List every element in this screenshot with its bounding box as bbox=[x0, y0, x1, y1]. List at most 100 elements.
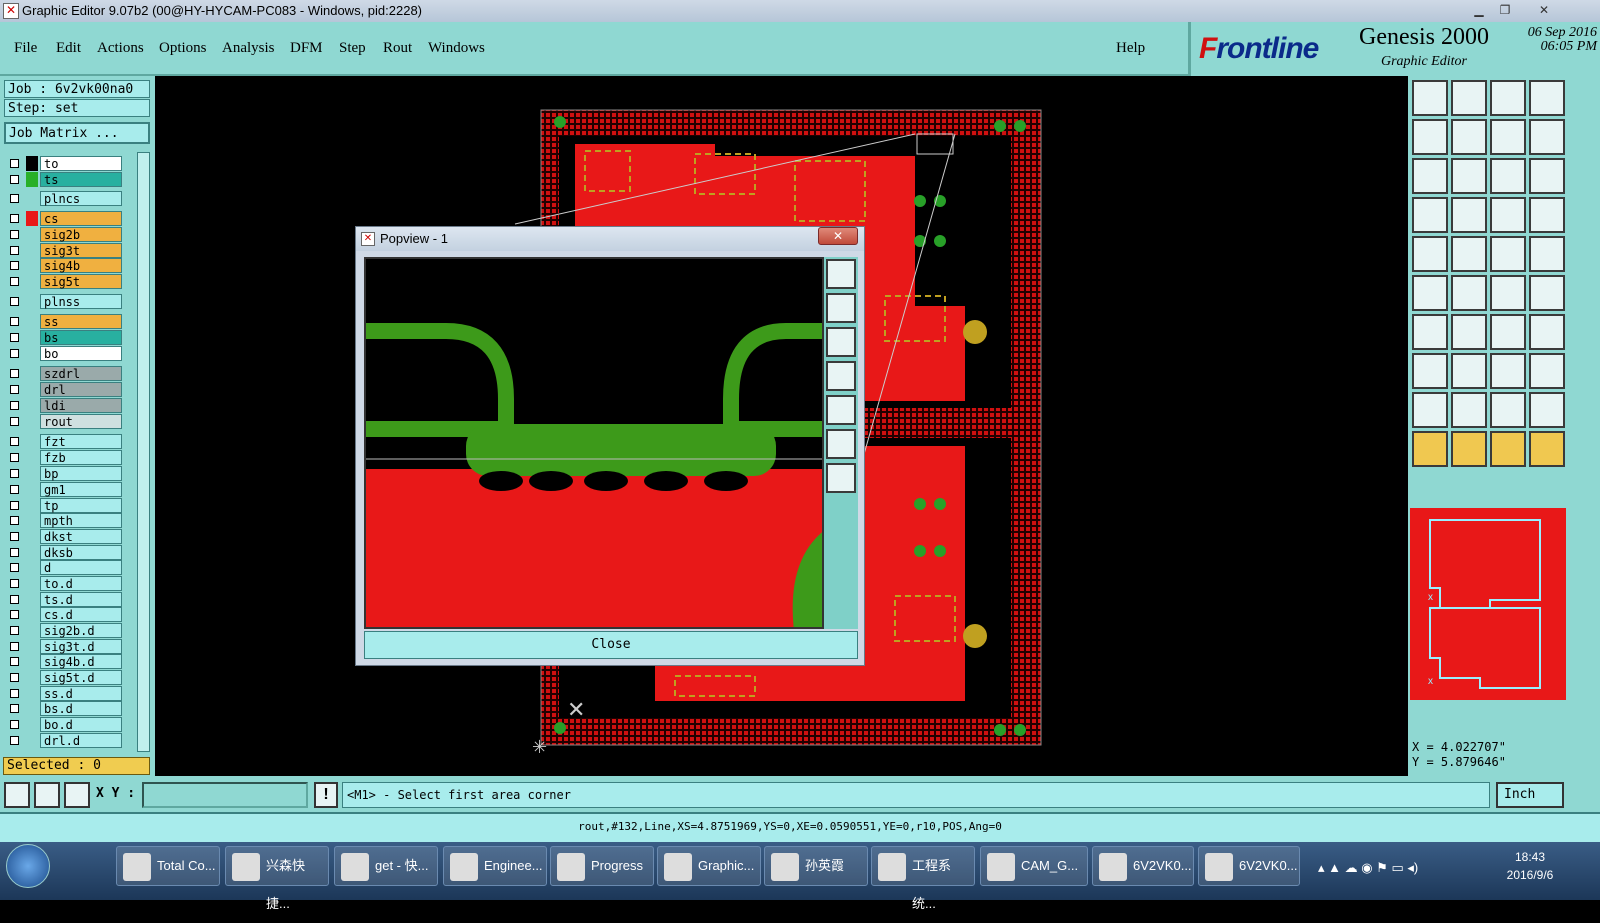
layer-name[interactable]: mpth bbox=[40, 513, 122, 528]
layer-name[interactable]: cs bbox=[40, 211, 122, 226]
layer-checkbox[interactable] bbox=[10, 246, 19, 255]
layer-checkbox[interactable] bbox=[10, 657, 19, 666]
popview-pan-down-icon[interactable] bbox=[826, 327, 856, 357]
layer-checkbox[interactable] bbox=[10, 417, 19, 426]
layer-name[interactable]: sig2b bbox=[40, 227, 122, 242]
layer-row[interactable]: ss bbox=[6, 314, 122, 330]
popview-zoom-out-icon[interactable] bbox=[826, 463, 856, 493]
layer-row[interactable]: sig4b.d bbox=[6, 654, 122, 670]
xy-input[interactable] bbox=[142, 782, 308, 808]
taskbar-item[interactable]: 兴森快捷... bbox=[225, 846, 329, 911]
menu-rout[interactable]: Rout bbox=[383, 40, 412, 57]
layer-row[interactable]: bo.d bbox=[6, 717, 122, 733]
layer-row[interactable]: sig3t bbox=[6, 243, 122, 259]
layer-row[interactable]: dkst bbox=[6, 529, 122, 545]
layer-checkbox[interactable] bbox=[10, 469, 19, 478]
add-pad-icon[interactable] bbox=[1412, 236, 1448, 272]
layer-name[interactable]: drl.d bbox=[40, 733, 122, 748]
layer-b-icon[interactable] bbox=[1529, 197, 1565, 233]
layer-checkbox[interactable] bbox=[10, 501, 19, 510]
triangle-a-icon[interactable] bbox=[1412, 392, 1448, 428]
zoom-fit-icon[interactable] bbox=[1412, 158, 1448, 194]
layer-row[interactable]: gm1 bbox=[6, 482, 122, 498]
layer-row[interactable]: cs.d bbox=[6, 607, 122, 623]
layer-checkbox[interactable] bbox=[10, 175, 19, 184]
tray-icons[interactable]: ▴ ▲ ☁ ◉ ⚑ ▭ ◂) bbox=[1318, 860, 1478, 880]
layer-a-icon[interactable] bbox=[1490, 197, 1526, 233]
rotate-icon[interactable] bbox=[1490, 314, 1526, 350]
layer-name[interactable]: ss bbox=[40, 314, 122, 329]
help-icon[interactable] bbox=[1529, 158, 1565, 194]
layer-checkbox[interactable] bbox=[10, 626, 19, 635]
layer-name[interactable]: sig4b.d bbox=[40, 654, 122, 669]
layer-name[interactable]: sig3t.d bbox=[40, 639, 122, 654]
layer-name[interactable]: bs.d bbox=[40, 701, 122, 716]
layer-checkbox[interactable] bbox=[10, 369, 19, 378]
layer-row[interactable]: plncs bbox=[6, 191, 122, 207]
grid-icon[interactable] bbox=[64, 782, 90, 808]
layer-name[interactable]: drl bbox=[40, 382, 122, 397]
layer-row[interactable]: bo bbox=[6, 346, 122, 362]
layer-row[interactable]: mpth bbox=[6, 513, 122, 529]
layer-name[interactable]: bp bbox=[40, 466, 122, 481]
pan-left-icon[interactable] bbox=[1412, 119, 1448, 155]
layer-row[interactable]: plnss bbox=[6, 294, 122, 310]
layer-name[interactable]: ss.d bbox=[40, 686, 122, 701]
layer-checkbox[interactable] bbox=[10, 214, 19, 223]
layer-name[interactable]: ts bbox=[40, 172, 122, 187]
layer-checkbox[interactable] bbox=[10, 230, 19, 239]
layer-checkbox[interactable] bbox=[10, 194, 19, 203]
taskbar-item[interactable]: 6V2VK0... bbox=[1092, 846, 1194, 886]
layer-checkbox[interactable] bbox=[10, 532, 19, 541]
layer-checkbox[interactable] bbox=[10, 485, 19, 494]
popview-canvas[interactable] bbox=[364, 257, 824, 629]
layer-name[interactable]: sig5t.d bbox=[40, 670, 122, 685]
start-button[interactable] bbox=[6, 844, 50, 888]
close-window-button[interactable]: ✕ bbox=[1524, 2, 1564, 19]
taskbar-item[interactable]: 孙英霞 bbox=[764, 846, 868, 886]
layer-checkbox[interactable] bbox=[10, 704, 19, 713]
taskbar-item[interactable]: CAM_G... bbox=[980, 846, 1088, 886]
minimize-button[interactable]: ▁ bbox=[1466, 2, 1492, 19]
layer-row[interactable]: tp bbox=[6, 498, 122, 514]
layer-name[interactable]: bo bbox=[40, 346, 122, 361]
layer-checkbox[interactable] bbox=[10, 159, 19, 168]
layer-checkbox[interactable] bbox=[10, 642, 19, 651]
layer-name[interactable]: to.d bbox=[40, 576, 122, 591]
layer-name[interactable]: to bbox=[40, 156, 122, 171]
layer-row[interactable]: szdrl bbox=[6, 366, 122, 382]
layer-row[interactable]: cs bbox=[6, 211, 122, 227]
triangle-b-icon[interactable] bbox=[1451, 392, 1487, 428]
route-icon[interactable] bbox=[1451, 197, 1487, 233]
layer-name[interactable]: bs bbox=[40, 330, 122, 345]
layer-name[interactable]: fzb bbox=[40, 450, 122, 465]
flip-icon[interactable] bbox=[1529, 353, 1565, 389]
layer-checkbox[interactable] bbox=[10, 317, 19, 326]
menu-actions[interactable]: Actions bbox=[97, 40, 144, 57]
menu-help[interactable]: Help bbox=[1116, 40, 1145, 57]
align-icon[interactable] bbox=[1490, 353, 1526, 389]
popview-close-button[interactable]: Close bbox=[364, 631, 858, 659]
pan-right-icon[interactable] bbox=[1451, 119, 1487, 155]
layer-row[interactable]: sig5t.d bbox=[6, 670, 122, 686]
house-icon[interactable] bbox=[1490, 80, 1526, 116]
layer-name[interactable]: bo.d bbox=[40, 717, 122, 732]
maximize-button[interactable]: ❐ bbox=[1492, 2, 1518, 19]
snap-icon[interactable] bbox=[4, 782, 30, 808]
job-matrix-button[interactable]: Job Matrix ... bbox=[4, 122, 150, 144]
layer-row[interactable]: to bbox=[6, 156, 122, 172]
layer-row[interactable]: drl bbox=[6, 382, 122, 398]
layer-checkbox[interactable] bbox=[10, 563, 19, 572]
layer-name[interactable]: fzt bbox=[40, 434, 122, 449]
clock[interactable]: 18:43 2016/9/6 bbox=[1480, 848, 1580, 884]
layer-row[interactable]: sig5t bbox=[6, 274, 122, 290]
ruler-icon[interactable] bbox=[1490, 236, 1526, 272]
layer-row[interactable]: ldi bbox=[6, 398, 122, 414]
layer-row[interactable]: ss.d bbox=[6, 686, 122, 702]
popview-pan-left-icon[interactable] bbox=[826, 361, 856, 391]
layer-name[interactable]: sig5t bbox=[40, 274, 122, 289]
triangle-c-icon[interactable] bbox=[1490, 392, 1526, 428]
layer-checkbox[interactable] bbox=[10, 297, 19, 306]
move-node-icon[interactable] bbox=[1529, 275, 1565, 311]
layer-checkbox[interactable] bbox=[10, 610, 19, 619]
